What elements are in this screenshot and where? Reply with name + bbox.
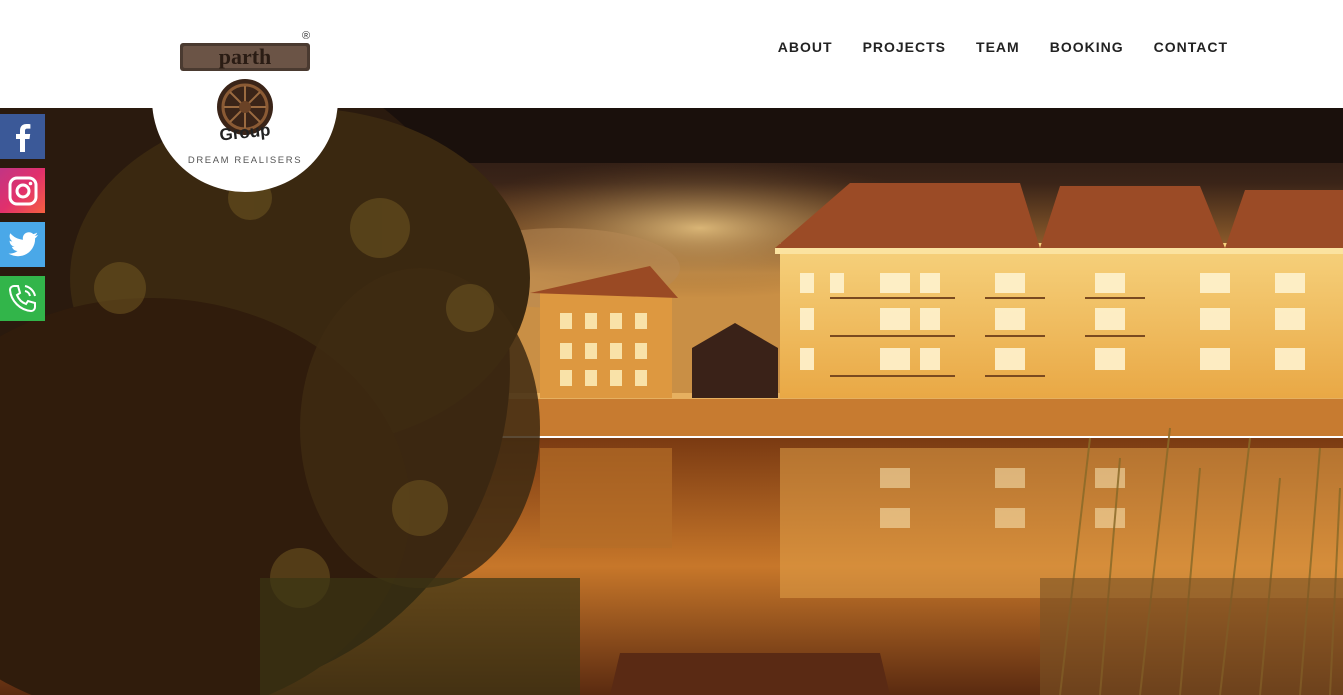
nav-booking[interactable]: BOOKING xyxy=(1050,39,1124,55)
phone-link[interactable] xyxy=(0,276,45,321)
facebook-link[interactable] xyxy=(0,114,45,159)
instagram-link[interactable] xyxy=(0,168,45,213)
main-nav: ABOUT PROJECTS TEAM BOOKING CONTACT xyxy=(748,39,1228,55)
svg-text:parth: parth xyxy=(219,44,272,69)
twitter-icon xyxy=(8,231,38,256)
nav-contact[interactable]: CONTACT xyxy=(1154,39,1228,55)
twitter-link[interactable] xyxy=(0,222,45,267)
instagram-icon xyxy=(8,176,37,205)
nav-about[interactable]: ABOUT xyxy=(778,39,833,55)
registered-mark: ® xyxy=(302,30,311,42)
hero-banner-image xyxy=(0,108,1343,695)
site-logo[interactable]: parth ® Group DREAM REALISERS xyxy=(152,0,338,192)
facebook-icon xyxy=(15,123,30,152)
phone-icon xyxy=(8,284,36,312)
logo-tagline: DREAM REALISERS xyxy=(187,155,303,166)
nav-projects[interactable]: PROJECTS xyxy=(863,39,946,55)
nav-team[interactable]: TEAM xyxy=(976,39,1020,55)
logo-parth-wordmark: parth xyxy=(180,43,310,71)
social-sidebar xyxy=(0,114,45,330)
